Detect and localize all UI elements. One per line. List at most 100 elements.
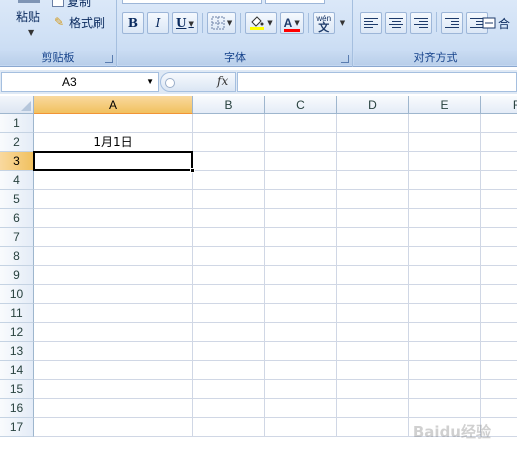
cell-b11[interactable] (193, 304, 265, 323)
row-header-8[interactable]: 8 (0, 247, 34, 266)
column-header-c[interactable]: C (265, 96, 337, 114)
row-header-1[interactable]: 1 (0, 114, 34, 133)
cell-a7[interactable] (34, 228, 193, 247)
cell-c10[interactable] (265, 285, 337, 304)
font-color-dropdown-icon[interactable]: ▼ (294, 19, 299, 27)
cell-b7[interactable] (193, 228, 265, 247)
cell-a13[interactable] (34, 342, 193, 361)
cell-f12[interactable] (481, 323, 517, 342)
cell-a12[interactable] (34, 323, 193, 342)
name-box[interactable]: A3 ▼ (1, 72, 159, 92)
cell-c12[interactable] (265, 323, 337, 342)
cell-a3[interactable] (34, 152, 193, 171)
cell-f10[interactable] (481, 285, 517, 304)
cell-b17[interactable] (193, 418, 265, 437)
row-header-16[interactable]: 16 (0, 399, 34, 418)
row-header-7[interactable]: 7 (0, 228, 34, 247)
cell-d17[interactable] (337, 418, 409, 437)
cell-e17[interactable] (409, 418, 481, 437)
cell-a2[interactable]: 1月1日 (34, 133, 193, 152)
paste-dropdown-icon[interactable]: ▼ (28, 28, 34, 37)
cell-e9[interactable] (409, 266, 481, 285)
cell-d1[interactable] (337, 114, 409, 133)
cell-b13[interactable] (193, 342, 265, 361)
borders-button[interactable]: ▼ (206, 12, 237, 34)
row-header-15[interactable]: 15 (0, 380, 34, 399)
copy-button[interactable]: 复制 (52, 0, 91, 10)
cell-a17[interactable] (34, 418, 193, 437)
cell-c1[interactable] (265, 114, 337, 133)
fill-color-button[interactable]: ▼ (245, 12, 277, 34)
cell-b12[interactable] (193, 323, 265, 342)
cell-e11[interactable] (409, 304, 481, 323)
cell-d16[interactable] (337, 399, 409, 418)
cell-c17[interactable] (265, 418, 337, 437)
phonetic-dropdown-icon[interactable]: ▼ (340, 19, 345, 27)
cell-f4[interactable] (481, 171, 517, 190)
cell-d13[interactable] (337, 342, 409, 361)
cell-a14[interactable] (34, 361, 193, 380)
cell-f11[interactable] (481, 304, 517, 323)
font-name-box[interactable] (122, 0, 262, 4)
borders-dropdown-icon[interactable]: ▼ (227, 19, 232, 27)
cell-e16[interactable] (409, 399, 481, 418)
column-header-d[interactable]: D (337, 96, 409, 114)
cell-b4[interactable] (193, 171, 265, 190)
cell-a10[interactable] (34, 285, 193, 304)
row-header-17[interactable]: 17 (0, 418, 34, 437)
formula-input[interactable] (237, 72, 517, 92)
cell-a9[interactable] (34, 266, 193, 285)
font-launcher-icon[interactable] (341, 55, 349, 63)
cell-b2[interactable] (193, 133, 265, 152)
row-header-14[interactable]: 14 (0, 361, 34, 380)
cell-c4[interactable] (265, 171, 337, 190)
cell-f2[interactable] (481, 133, 517, 152)
cell-d15[interactable] (337, 380, 409, 399)
cell-d6[interactable] (337, 209, 409, 228)
cell-d3[interactable] (337, 152, 409, 171)
cell-b8[interactable] (193, 247, 265, 266)
cell-c5[interactable] (265, 190, 337, 209)
cell-c13[interactable] (265, 342, 337, 361)
cell-d7[interactable] (337, 228, 409, 247)
row-header-12[interactable]: 12 (0, 323, 34, 342)
cell-b3[interactable] (193, 152, 265, 171)
cell-e6[interactable] (409, 209, 481, 228)
cell-c16[interactable] (265, 399, 337, 418)
align-center-button[interactable] (385, 12, 407, 34)
cell-e8[interactable] (409, 247, 481, 266)
cell-b1[interactable] (193, 114, 265, 133)
cell-c14[interactable] (265, 361, 337, 380)
bold-button[interactable]: B (122, 12, 144, 34)
underline-dropdown-icon[interactable]: ▼ (188, 19, 193, 28)
underline-button[interactable]: U ▼ (172, 12, 198, 34)
cell-e10[interactable] (409, 285, 481, 304)
cell-c15[interactable] (265, 380, 337, 399)
row-header-6[interactable]: 6 (0, 209, 34, 228)
cell-f16[interactable] (481, 399, 517, 418)
clipboard-launcher-icon[interactable] (105, 55, 113, 63)
cell-e1[interactable] (409, 114, 481, 133)
align-left-button[interactable] (360, 12, 382, 34)
font-color-button[interactable]: A ▼ (279, 12, 304, 34)
fill-color-dropdown-icon[interactable]: ▼ (267, 19, 272, 27)
row-header-4[interactable]: 4 (0, 171, 34, 190)
cell-d14[interactable] (337, 361, 409, 380)
cell-c8[interactable] (265, 247, 337, 266)
cell-e12[interactable] (409, 323, 481, 342)
insert-function-button[interactable]: fx (217, 74, 228, 88)
row-header-11[interactable]: 11 (0, 304, 34, 323)
cell-d11[interactable] (337, 304, 409, 323)
cell-f1[interactable] (481, 114, 517, 133)
cell-f8[interactable] (481, 247, 517, 266)
column-header-b[interactable]: B (193, 96, 265, 114)
cell-f6[interactable] (481, 209, 517, 228)
row-header-5[interactable]: 5 (0, 190, 34, 209)
cell-a15[interactable] (34, 380, 193, 399)
cell-f5[interactable] (481, 190, 517, 209)
cell-e4[interactable] (409, 171, 481, 190)
merge-center-button[interactable]: 合 (482, 12, 510, 34)
cell-c11[interactable] (265, 304, 337, 323)
cell-c9[interactable] (265, 266, 337, 285)
row-header-2[interactable]: 2 (0, 133, 34, 152)
